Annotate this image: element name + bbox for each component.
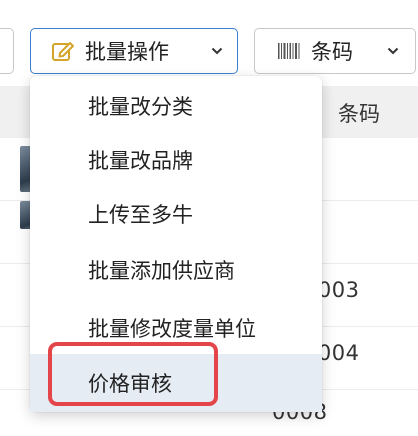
batch-operation-label: 批量操作 [85, 40, 169, 64]
edit-icon [52, 42, 74, 61]
menu-item-batch-change-category[interactable]: 批量改分类 [30, 76, 322, 136]
menu-item-batch-add-supplier[interactable]: 批量添加供应商 [30, 240, 322, 300]
toolbar: 批量操作 条码 [0, 0, 418, 86]
menu-item-label: 批量改品牌 [88, 149, 193, 173]
barcode-button[interactable]: 条码 [254, 28, 416, 74]
menu-item-label: 批量添加供应商 [88, 259, 235, 283]
barcode-label: 条码 [311, 40, 353, 64]
column-header-barcode: 条码 [338, 102, 380, 126]
left-partial-button[interactable] [0, 28, 14, 74]
menu-item-label: 上传至多牛 [88, 203, 193, 227]
menu-item-label: 批量改分类 [88, 95, 193, 119]
highlight-box [48, 342, 218, 406]
batch-operation-button[interactable]: 批量操作 [30, 28, 238, 74]
chevron-down-icon [211, 47, 223, 55]
barcode-icon [278, 43, 300, 59]
menu-item-batch-change-brand[interactable]: 批量改品牌 [30, 130, 322, 190]
menu-item-upload-duoniu[interactable]: 上传至多牛 [30, 184, 322, 244]
menu-item-label: 批量修改度量单位 [88, 317, 256, 341]
chevron-down-icon [387, 47, 399, 55]
